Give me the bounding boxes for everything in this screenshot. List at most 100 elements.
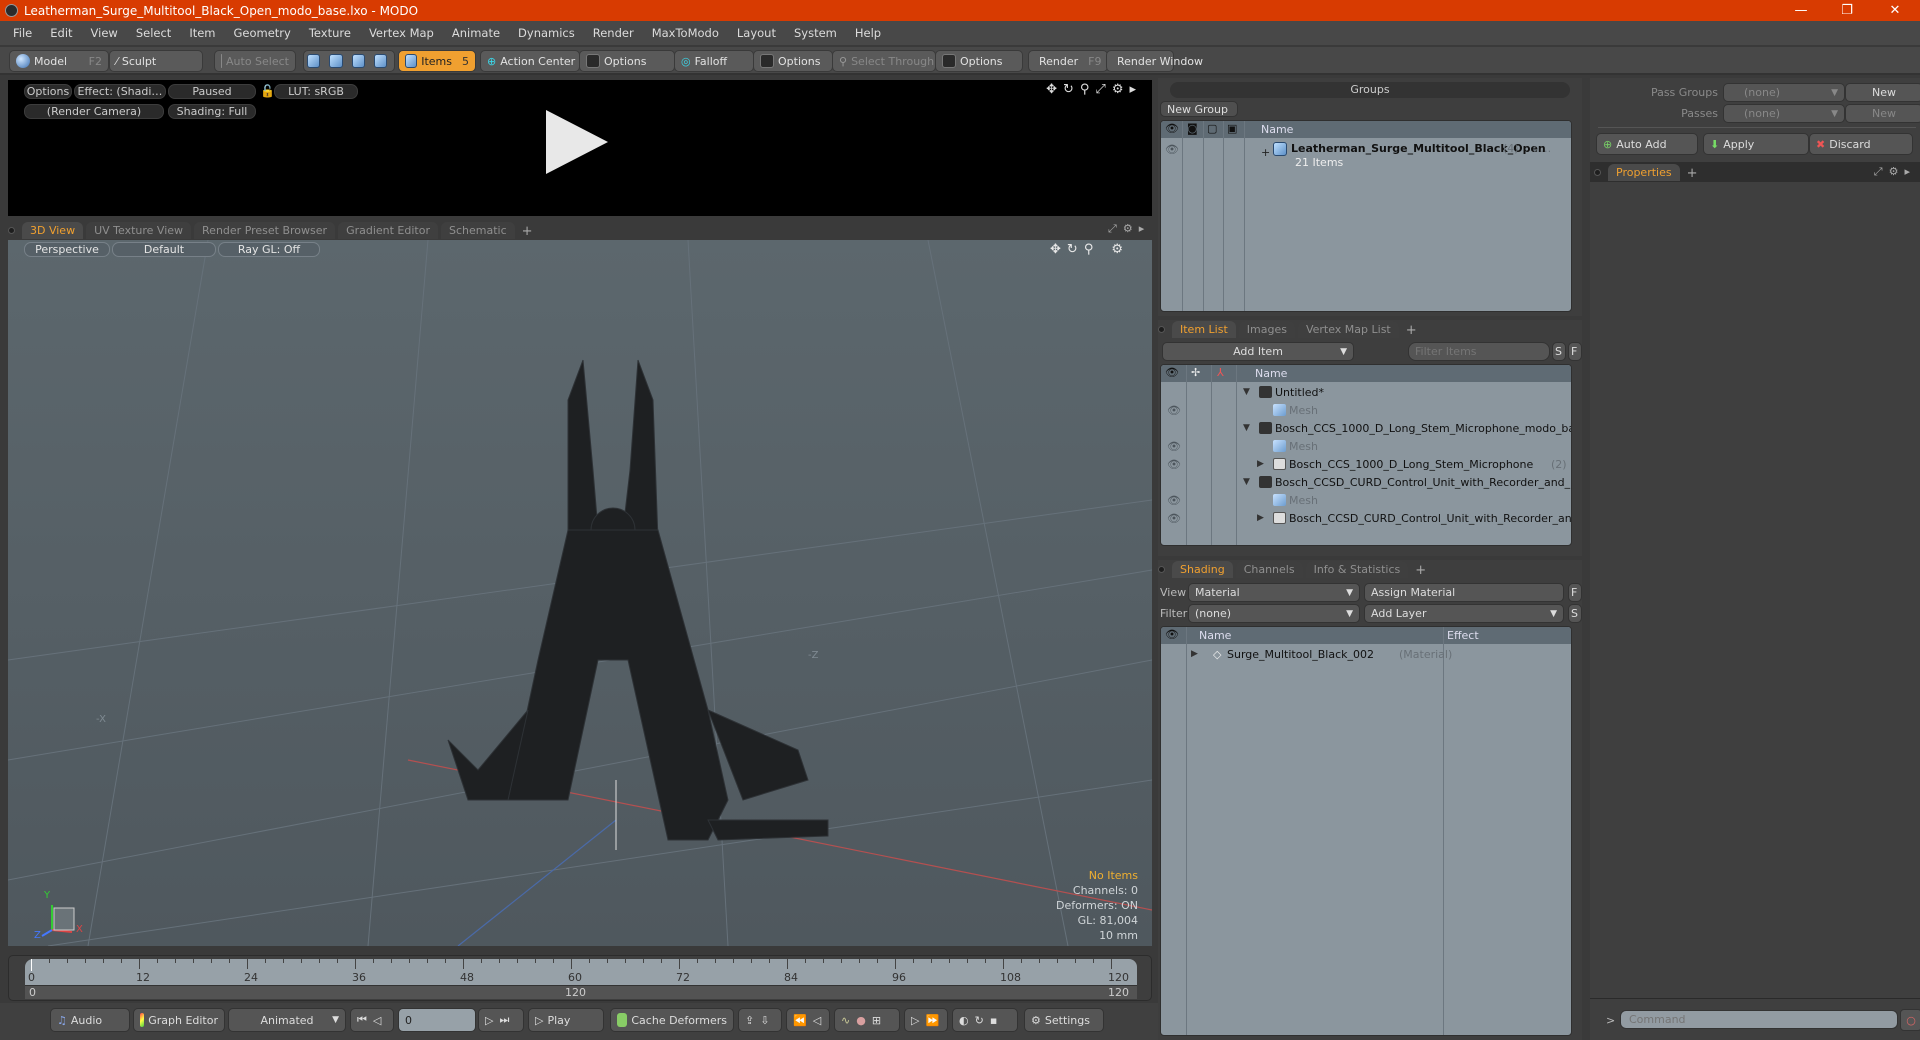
shading-default-dropdown[interactable]: Default — [112, 242, 216, 257]
tab-properties[interactable]: Properties — [1608, 164, 1680, 181]
menu-item[interactable]: Item — [180, 26, 224, 40]
menu-system[interactable]: System — [785, 26, 846, 40]
restore-button[interactable]: ❐ — [1824, 0, 1870, 21]
key-layer-icon[interactable]: ▪ — [990, 1014, 997, 1027]
command-input[interactable] — [1620, 1010, 1898, 1029]
item-list-row[interactable]: ▼ Bosch_CCS_1000_D_Long_Stem_Microphone_m… — [1161, 419, 1571, 437]
eye-icon[interactable]: 👁 — [1165, 143, 1179, 156]
preview-lut-dropdown[interactable]: LUT: sRGB — [274, 84, 358, 99]
next-keyframe-icon[interactable]: ▷ — [911, 1014, 919, 1027]
new-pass-button[interactable]: New — [1845, 104, 1920, 123]
current-frame-input[interactable]: 0 — [398, 1008, 476, 1032]
play-icon[interactable] — [546, 110, 608, 174]
groups-list[interactable]: 👁 ◙ ▢ ▣ Name 👁 + Leatherman_Surge_Multit… — [1160, 120, 1572, 312]
timeline-ruler[interactable]: 0 12 24 36 48 60 72 84 96 108 120 — [25, 959, 1137, 985]
filter-f-button[interactable]: F — [1568, 342, 1582, 361]
timeline[interactable]: 0 12 24 36 48 60 72 84 96 108 120 0 120 120 — [8, 955, 1152, 1001]
shading-s-button[interactable]: S — [1568, 604, 1582, 623]
falloff-options-button[interactable]: Options — [753, 50, 833, 72]
eye-icon[interactable]: 👁 — [1167, 512, 1181, 525]
key-loop-icon[interactable]: ↻ — [975, 1014, 984, 1027]
download-key-icon[interactable]: ⇩ — [760, 1014, 769, 1027]
assign-material-button[interactable]: Assign Material — [1364, 583, 1564, 602]
command-history-button[interactable]: ○ — [1900, 1009, 1920, 1031]
rotate-icon[interactable]: ↻ — [1067, 242, 1078, 257]
menu-help[interactable]: Help — [846, 26, 890, 40]
menu-select[interactable]: Select — [127, 26, 180, 40]
action-center-button[interactable]: ⊕ Action Center — [480, 50, 580, 72]
preview-paused-button[interactable]: Paused — [168, 84, 256, 99]
menu-render[interactable]: Render — [584, 26, 643, 40]
tab-schematic[interactable]: Schematic — [441, 222, 515, 239]
passes-dropdown[interactable]: (none) ▼ — [1723, 104, 1845, 123]
add-layer-dropdown[interactable]: Add Layer ▼ — [1364, 604, 1564, 623]
go-to-start-icon[interactable]: ⏮ — [357, 1013, 367, 1027]
gear-icon[interactable]: ⚙ — [1112, 82, 1124, 97]
preview-options-button[interactable]: Options — [24, 84, 72, 99]
graph-editor-button[interactable]: Graph Editor — [133, 1008, 225, 1032]
item-list-row[interactable]: 👁 Mesh — [1161, 437, 1571, 455]
material-select-icon[interactable] — [373, 54, 387, 68]
menu-vertex-map[interactable]: Vertex Map — [360, 26, 443, 40]
menu-texture[interactable]: Texture — [300, 26, 360, 40]
collapse-arrow-icon[interactable]: ▼ — [1243, 477, 1250, 487]
preview-effect-dropdown[interactable]: Effect: (Shadi… — [74, 84, 166, 99]
tab-render-preset-browser[interactable]: Render Preset Browser — [194, 222, 336, 239]
key-icon[interactable]: ⊞ — [872, 1014, 881, 1027]
go-to-end-icon[interactable]: ⏭ — [499, 1013, 509, 1027]
new-group-button[interactable]: New Group — [1160, 101, 1238, 117]
preview-shading-dropdown[interactable]: Shading: Full — [168, 104, 256, 119]
sculpt-mode-button[interactable]: ⁄ Sculpt — [109, 50, 203, 72]
render-preview[interactable]: Options Effect: (Shadi… Paused 🔓 LUT: sR… — [8, 80, 1152, 216]
item-list-row[interactable]: ▼ Untitled* — [1161, 383, 1571, 401]
group-row[interactable]: 👁 + Leatherman_Surge_Multitool_Black_Ope… — [1161, 140, 1571, 170]
expand-arrow-icon[interactable]: ▸ — [1129, 82, 1136, 97]
timeline-range-bar[interactable]: 0 120 120 — [25, 985, 1137, 999]
shading-f-button[interactable]: F — [1568, 583, 1582, 602]
render-window-button[interactable]: Render Window — [1106, 50, 1203, 72]
select-through-options-button[interactable]: Options — [935, 50, 1023, 72]
shader-tree[interactable]: 👁 Name Effect ▶ ◇ Surge_Multitool_Black_… — [1160, 626, 1572, 1036]
eye-icon[interactable]: 👁 — [1167, 494, 1181, 507]
minimize-button[interactable]: — — [1778, 0, 1824, 21]
add-tab-icon[interactable]: + — [1683, 166, 1702, 181]
tab-shading[interactable]: Shading — [1172, 561, 1233, 578]
expand-arrow-icon[interactable]: ▸ — [1904, 165, 1910, 179]
add-tab-icon[interactable]: + — [518, 224, 537, 239]
add-tab-icon[interactable]: + — [1402, 323, 1421, 338]
eye-icon[interactable]: 👁 — [1167, 440, 1181, 453]
maximize-icon[interactable]: ⤢ — [1108, 222, 1117, 236]
gear-icon[interactable]: ⚙ — [1123, 222, 1133, 236]
maximize-icon[interactable]: ⤢ — [1874, 165, 1883, 179]
pan-icon[interactable]: ✥ — [1050, 242, 1061, 257]
falloff-button[interactable]: ◎ Falloff — [674, 50, 754, 72]
pan-icon[interactable]: ✥ — [1046, 82, 1057, 97]
polygon-select-icon[interactable] — [351, 54, 365, 68]
menu-file[interactable]: File — [4, 26, 41, 40]
item-list-row[interactable]: ▼ Bosch_CCSD_CURD_Control_Unit_with_Recor… — [1161, 473, 1571, 491]
discard-button[interactable]: ✖ Discard — [1809, 133, 1913, 155]
upload-key-icon[interactable]: ⇪ — [745, 1014, 754, 1027]
shader-row[interactable]: ▶ ◇ Surge_Multitool_Black_002 (Material) — [1161, 645, 1571, 663]
record-icon[interactable]: ● — [856, 1014, 866, 1027]
expand-arrow-icon[interactable]: ▸ — [1139, 222, 1145, 236]
expand-arrow-icon[interactable]: ▶ — [1257, 513, 1264, 523]
edge-select-icon[interactable] — [329, 54, 343, 68]
eye-icon[interactable]: 👁 — [1167, 458, 1181, 471]
tab-item-list[interactable]: Item List — [1172, 321, 1236, 338]
menu-layout[interactable]: Layout — [728, 26, 785, 40]
settings-button[interactable]: ⚙ Settings — [1024, 1008, 1104, 1032]
add-item-dropdown[interactable]: Add Item ▼ — [1162, 342, 1354, 361]
next-key-icon[interactable]: ⏩ — [925, 1014, 939, 1027]
new-pass-group-button[interactable]: New — [1845, 83, 1920, 102]
perspective-dropdown[interactable]: Perspective — [24, 242, 110, 257]
unlock-icon[interactable]: 🔓 — [260, 84, 275, 98]
raygl-dropdown[interactable]: Ray GL: Off — [218, 242, 320, 257]
gear-icon[interactable]: ⚙ — [1889, 165, 1899, 179]
render-button[interactable]: Render F9 — [1028, 50, 1108, 72]
step-forward-icon[interactable]: ▷ — [485, 1014, 493, 1027]
key-select-icon[interactable]: ◐ — [959, 1014, 969, 1027]
tab-info-statistics[interactable]: Info & Statistics — [1305, 561, 1409, 578]
tab-gradient-editor[interactable]: Gradient Editor — [338, 222, 438, 239]
auto-key-icon[interactable]: ∿ — [841, 1014, 850, 1027]
